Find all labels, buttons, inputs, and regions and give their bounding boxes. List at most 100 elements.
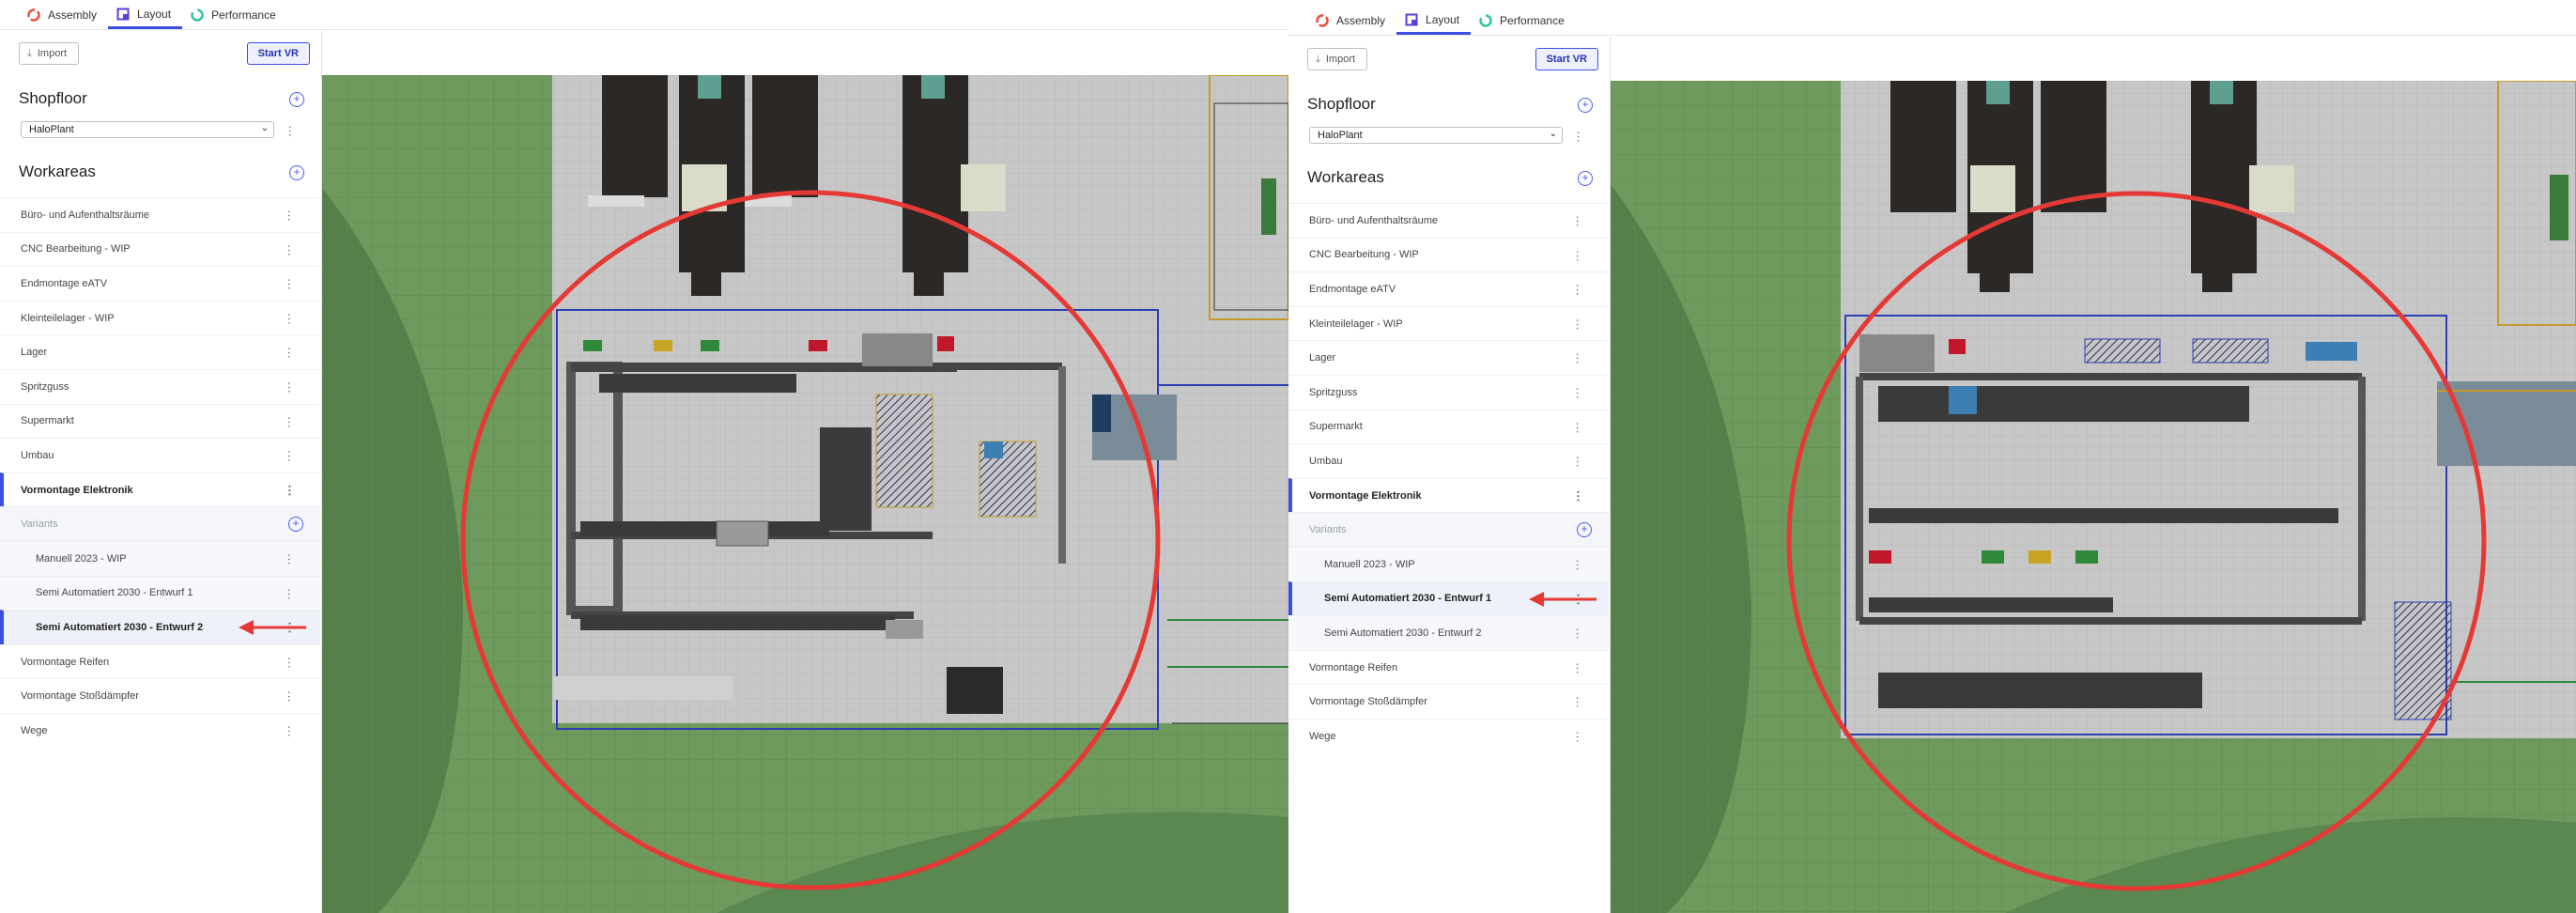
shopfloor-select-value: HaloPlant <box>1318 130 1363 141</box>
list-item[interactable]: CNC Bearbeitung - WIP ··· <box>0 231 320 267</box>
kebab-icon[interactable]: ··· <box>283 381 297 394</box>
tab-label: Layout <box>1426 12 1460 26</box>
start-vr-button[interactable]: Start VR <box>246 42 310 65</box>
kebab-icon[interactable]: ··· <box>1571 696 1585 708</box>
variant-item-selected[interactable]: Semi Automatiert 2030 - Entwurf 2··· <box>0 610 320 644</box>
factory-layout-canvas <box>322 75 1288 913</box>
kebab-icon[interactable]: ··· <box>1571 318 1585 331</box>
variant-label: Semi Automatiert 2030 - Entwurf 1 <box>1324 593 1492 605</box>
add-variant-icon[interactable]: + <box>1577 522 1592 538</box>
item-label: Vormontage Reifen <box>21 656 110 668</box>
add-shopfloor-icon[interactable]: + <box>1578 98 1593 113</box>
list-item[interactable]: Wege ··· <box>0 712 320 748</box>
add-workarea-icon[interactable]: + <box>1578 171 1593 186</box>
kebab-icon[interactable]: ··· <box>1571 422 1585 434</box>
list-item[interactable]: Umbau ··· <box>1288 443 1609 478</box>
item-label: Lager <box>1309 352 1336 364</box>
list-item[interactable]: Büro- und Aufenthaltsräume ··· <box>1288 203 1609 238</box>
tab-layout[interactable]: Layout <box>108 1 183 29</box>
kebab-icon[interactable]: ··· <box>1571 215 1585 227</box>
factory-map-view[interactable] <box>322 75 1288 913</box>
kebab-icon[interactable]: ··· <box>1571 284 1585 296</box>
item-label: CNC Bearbeitung - WIP <box>1309 249 1419 261</box>
list-item[interactable]: CNC Bearbeitung - WIP ··· <box>1288 237 1609 272</box>
import-label: Import <box>1325 54 1356 65</box>
list-item-active[interactable]: Vormontage Elektronik ··· <box>0 472 320 507</box>
list-item[interactable]: Spritzguss ··· <box>0 368 320 404</box>
start-vr-label: Start VR <box>1546 54 1587 65</box>
kebab-icon[interactable]: ··· <box>1571 662 1585 674</box>
kebab-icon[interactable]: ··· <box>283 485 297 497</box>
tab-assembly[interactable]: Assembly <box>19 1 108 29</box>
list-item[interactable]: Vormontage Reifen ··· <box>1288 649 1609 685</box>
kebab-icon[interactable]: ··· <box>1571 559 1585 571</box>
list-item[interactable]: Lager ··· <box>0 334 320 369</box>
kebab-icon[interactable]: ··· <box>1571 627 1585 640</box>
kebab-icon[interactable]: ··· <box>283 690 297 703</box>
import-label: Import <box>37 48 68 59</box>
kebab-icon[interactable]: ··· <box>283 588 297 600</box>
panel-left: Assembly Layout Performance ⤓ Import Sta… <box>0 0 1288 913</box>
list-item[interactable]: Kleinteilelager - WIP ··· <box>1288 305 1609 341</box>
kebab-icon[interactable]: ··· <box>283 209 297 222</box>
item-label: Vormontage Stoßdämpfer <box>1309 696 1427 708</box>
kebab-icon[interactable]: ··· <box>283 657 297 669</box>
item-label: Vormontage Reifen <box>1309 661 1398 673</box>
variant-item[interactable]: Semi Automatiert 2030 - Entwurf 1 ··· <box>0 575 320 611</box>
item-label: Kleinteilelager - WIP <box>1309 317 1403 330</box>
list-item[interactable]: Vormontage Stoßdämpfer ··· <box>0 678 320 713</box>
tab-performance[interactable]: Performance <box>1471 7 1576 35</box>
variant-label: Semi Automatiert 2030 - Entwurf 2 <box>36 621 204 633</box>
kebab-icon[interactable]: ··· <box>1571 490 1585 503</box>
import-button[interactable]: ⤓ Import <box>19 42 80 65</box>
variant-item-selected[interactable]: Semi Automatiert 2030 - Entwurf 1··· <box>1288 580 1609 616</box>
kebab-icon[interactable]: ··· <box>283 347 297 359</box>
list-item[interactable]: Kleinteilelager - WIP ··· <box>0 300 320 335</box>
kebab-icon[interactable]: ··· <box>283 278 297 290</box>
list-item[interactable]: Vormontage Reifen ··· <box>0 643 320 679</box>
import-button[interactable]: ⤓ Import <box>1307 48 1368 70</box>
kebab-icon[interactable]: ··· <box>283 725 297 737</box>
list-item-active[interactable]: Vormontage Elektronik ··· <box>1288 477 1609 513</box>
list-item[interactable]: Büro- und Aufenthaltsräume ··· <box>0 197 320 232</box>
tab-layout[interactable]: Layout <box>1396 7 1472 35</box>
item-label: Vormontage Elektronik <box>1309 489 1422 502</box>
kebab-icon[interactable]: ··· <box>1572 131 1586 143</box>
list-item[interactable]: Endmontage eATV ··· <box>1288 271 1609 306</box>
list-item[interactable]: Endmontage eATV ··· <box>0 266 320 301</box>
add-shopfloor-icon[interactable]: + <box>289 92 304 107</box>
list-item[interactable]: Spritzguss ··· <box>1288 374 1609 410</box>
list-item[interactable]: Vormontage Stoßdämpfer ··· <box>1288 684 1609 719</box>
list-item[interactable]: Umbau ··· <box>0 438 320 472</box>
shopfloor-select[interactable]: HaloPlant ⌄ <box>1309 127 1563 144</box>
variant-item[interactable]: Semi Automatiert 2030 - Entwurf 2 ··· <box>1288 615 1609 650</box>
variant-item[interactable]: Manuell 2023 - WIP ··· <box>0 540 320 576</box>
kebab-icon[interactable]: ··· <box>1571 250 1585 262</box>
kebab-icon[interactable]: ··· <box>1571 731 1585 743</box>
tab-performance[interactable]: Performance <box>182 1 287 29</box>
layout-icon <box>1405 13 1418 25</box>
variants-header: Variants + <box>1288 512 1609 547</box>
add-workarea-icon[interactable]: + <box>289 165 304 180</box>
list-item[interactable]: Lager ··· <box>1288 340 1609 375</box>
item-label: Vormontage Stoßdämpfer <box>21 690 139 703</box>
chevron-down-icon: ⌄ <box>260 123 269 133</box>
add-variant-icon[interactable]: + <box>288 517 303 533</box>
list-item[interactable]: Wege ··· <box>1288 718 1609 753</box>
kebab-icon[interactable]: ··· <box>283 450 297 462</box>
kebab-icon[interactable]: ··· <box>1571 352 1585 364</box>
start-vr-button[interactable]: Start VR <box>1535 48 1598 70</box>
kebab-icon[interactable]: ··· <box>283 244 297 256</box>
kebab-icon[interactable]: ··· <box>1571 387 1585 399</box>
kebab-icon[interactable]: ··· <box>284 125 298 137</box>
kebab-icon[interactable]: ··· <box>1571 456 1585 468</box>
variant-item[interactable]: Manuell 2023 - WIP ··· <box>1288 546 1609 581</box>
kebab-icon[interactable]: ··· <box>283 313 297 325</box>
kebab-icon[interactable]: ··· <box>283 553 297 565</box>
factory-map-view[interactable] <box>1611 81 2576 913</box>
list-item[interactable]: Supermarkt ··· <box>1288 409 1609 444</box>
list-item[interactable]: Supermarkt ··· <box>0 403 320 439</box>
tab-assembly[interactable]: Assembly <box>1307 7 1396 35</box>
shopfloor-select[interactable]: HaloPlant ⌄ <box>21 121 274 138</box>
kebab-icon[interactable]: ··· <box>283 416 297 428</box>
